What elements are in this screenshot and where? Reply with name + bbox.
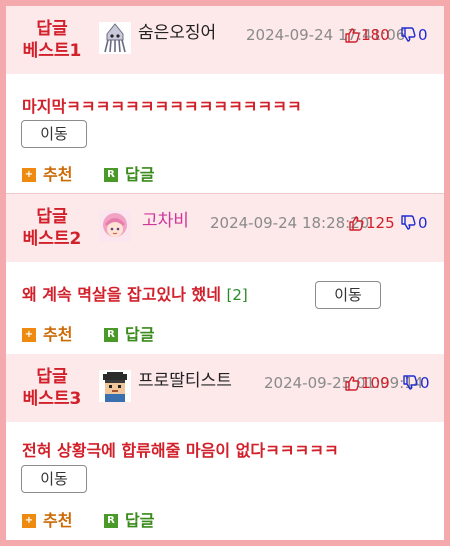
- thumbs-down-icon: [400, 27, 416, 43]
- r-badge-icon: R: [104, 514, 118, 528]
- upvote[interactable]: 180: [344, 24, 390, 46]
- plus-badge-icon: +: [22, 514, 36, 528]
- anime-girl-avatar-icon[interactable]: [99, 210, 131, 242]
- upvote-count: 180: [361, 26, 390, 44]
- reply-label: 답글: [125, 511, 155, 530]
- r-badge-icon: R: [104, 168, 118, 182]
- best-badge-line2: 베스트1: [22, 41, 82, 61]
- best-reply-card-1: 답글 베스트1 숨은오징어 2024-09-24 17:41:06 180 0 …: [6, 6, 444, 194]
- best-reply-card-3: 답글 베스트3 프로딸티스트 2024-09-25 01:09:14 109 0…: [6, 354, 444, 540]
- reply-comment-count: [2]: [226, 286, 248, 304]
- recommend-button[interactable]: + 추천: [22, 165, 72, 185]
- reply-header: 답글 베스트3 프로딸티스트 2024-09-25 01:09:14 109 0: [6, 354, 444, 422]
- author-nickname[interactable]: 프로딸티스트: [138, 370, 232, 392]
- thumbs-up-icon: [344, 27, 360, 43]
- best-badge: 답글 베스트1: [6, 6, 98, 74]
- best-badge: 답글 베스트3: [6, 354, 98, 422]
- best-badge: 답글 베스트2: [6, 194, 98, 262]
- downvote-count: 0: [420, 374, 430, 392]
- reply-title[interactable]: 왜 계속 멱살을 잡고있나 했네 [2]: [22, 284, 248, 306]
- downvote[interactable]: 0: [402, 372, 430, 394]
- recommend-label: 추천: [43, 165, 73, 184]
- recommend-label: 추천: [43, 511, 73, 530]
- reply-body: 왜 계속 멱살을 잡고있나 했네 [2] 이동 + 추천 R 답글: [6, 262, 444, 354]
- thumbs-down-icon: [400, 215, 416, 231]
- reply-title-text: 전혀 상황극에 합류해줄 마음이 없다ㅋㅋㅋㅋㅋ: [22, 441, 339, 460]
- downvote-count: 0: [418, 214, 428, 232]
- reply-label: 답글: [125, 165, 155, 184]
- move-button[interactable]: 이동: [315, 281, 381, 309]
- best-badge-line1: 답글: [36, 367, 68, 387]
- best-reply-card-2: 답글 베스트2 고차비 2024-09-24 18:28:20 125 0 왜 …: [6, 194, 444, 354]
- reply-header: 답글 베스트1 숨은오징어 2024-09-24 17:41:06 180 0: [6, 6, 444, 74]
- r-badge-icon: R: [104, 328, 118, 342]
- move-button[interactable]: 이동: [21, 465, 87, 493]
- best-badge-line1: 답글: [36, 19, 68, 39]
- recommend-button[interactable]: + 추천: [22, 325, 72, 345]
- downvote[interactable]: 0: [400, 24, 428, 46]
- reply-title-text: 마지막ㅋㅋㅋㅋㅋㅋㅋㅋㅋㅋㅋㅋㅋㅋㅋㅋ: [22, 97, 302, 116]
- reply-button[interactable]: R 답글: [104, 325, 154, 345]
- best-badge-line2: 베스트2: [22, 229, 82, 249]
- plus-badge-icon: +: [22, 328, 36, 342]
- reply-button[interactable]: R 답글: [104, 511, 154, 531]
- pixel-man-avatar-icon[interactable]: [99, 370, 131, 402]
- recommend-button[interactable]: + 추천: [22, 511, 72, 531]
- move-button[interactable]: 이동: [21, 120, 87, 148]
- downvote-count: 0: [418, 26, 428, 44]
- post-date: 2024-09-24 18:28:20: [210, 214, 370, 232]
- reply-title-text: 왜 계속 멱살을 잡고있나 했네: [22, 285, 221, 304]
- reply-body: 마지막ㅋㅋㅋㅋㅋㅋㅋㅋㅋㅋㅋㅋㅋㅋㅋㅋ 이동 + 추천 R 답글: [6, 74, 444, 194]
- reply-title[interactable]: 전혀 상황극에 합류해줄 마음이 없다ㅋㅋㅋㅋㅋ: [22, 440, 339, 462]
- thumbs-down-icon: [402, 375, 418, 391]
- reply-button[interactable]: R 답글: [104, 165, 154, 185]
- squid-avatar-icon[interactable]: [99, 22, 131, 54]
- upvote-count: 125: [366, 214, 395, 232]
- reply-title[interactable]: 마지막ㅋㅋㅋㅋㅋㅋㅋㅋㅋㅋㅋㅋㅋㅋㅋㅋ: [22, 96, 302, 118]
- reply-header: 답글 베스트2 고차비 2024-09-24 18:28:20 125 0: [6, 194, 444, 262]
- upvote[interactable]: 109: [344, 372, 390, 394]
- plus-badge-icon: +: [22, 168, 36, 182]
- reply-body: 전혀 상황극에 합류해줄 마음이 없다ㅋㅋㅋㅋㅋ 이동 + 추천 R 답글: [6, 422, 444, 540]
- upvote[interactable]: 125: [348, 212, 395, 234]
- recommend-label: 추천: [43, 325, 73, 344]
- best-replies-panel: 답글 베스트1 숨은오징어 2024-09-24 17:41:06 180 0 …: [6, 6, 444, 540]
- upvote-count: 109: [361, 374, 390, 392]
- thumbs-up-icon: [344, 375, 360, 391]
- downvote[interactable]: 0: [400, 212, 428, 234]
- best-badge-line2: 베스트3: [22, 389, 82, 409]
- author-nickname[interactable]: 숨은오징어: [138, 22, 216, 44]
- reply-label: 답글: [125, 325, 155, 344]
- best-badge-line1: 답글: [36, 207, 68, 227]
- thumbs-up-icon: [348, 215, 364, 231]
- author-nickname[interactable]: 고차비: [142, 210, 189, 232]
